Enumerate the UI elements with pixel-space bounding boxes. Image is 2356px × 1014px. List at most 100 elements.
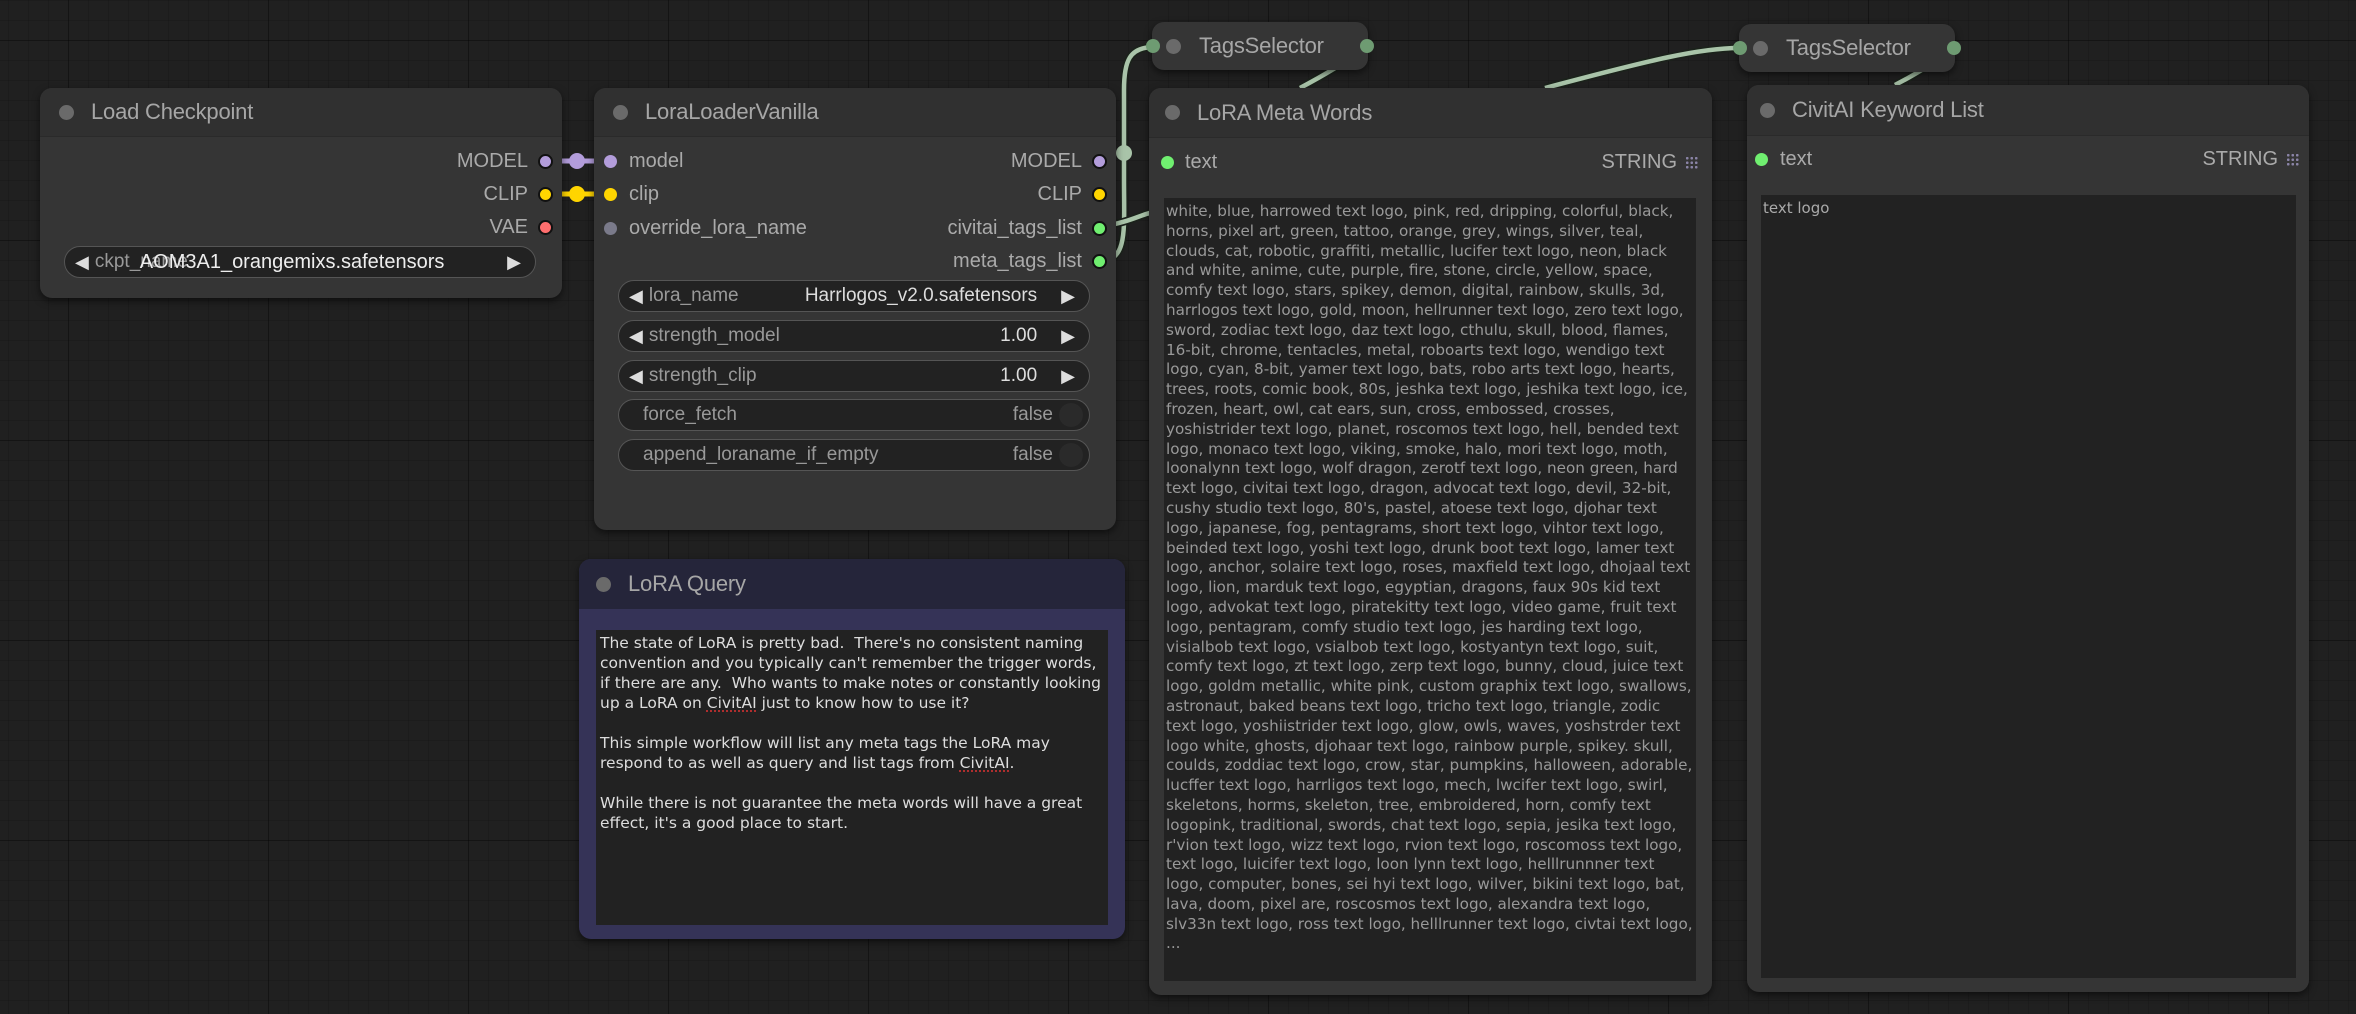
input-label: text [1780, 147, 1813, 170]
widget-label: lora_name [648, 285, 739, 306]
string-socket-icon[interactable] [604, 221, 617, 235]
output-vae[interactable]: VAE [489, 215, 562, 239]
input-override-lora-name[interactable]: override_lora_name [594, 216, 807, 240]
link-meta-tags-midpoint [1116, 145, 1132, 161]
node-header[interactable]: LoRA Meta Words [1149, 88, 1712, 138]
output-string[interactable]: STRING [2202, 147, 2299, 171]
collapse-dot-icon[interactable] [59, 104, 74, 120]
output-civitai-tags-list[interactable]: civitai_tags_list [947, 216, 1116, 240]
widget-label: strength_model [648, 325, 780, 346]
model-socket-icon[interactable] [604, 154, 617, 168]
input-clip[interactable]: clip [594, 182, 659, 206]
model-socket-icon[interactable] [1092, 153, 1107, 169]
strength-model-number[interactable]: ◀ strength_model 1.00 ▶ [618, 320, 1090, 352]
node-title: LoRA Query [628, 571, 746, 596]
link-model-midpoint [569, 153, 585, 169]
arrow-left-icon[interactable]: ◀ [629, 286, 643, 307]
input-socket-icon[interactable] [1146, 39, 1160, 53]
grid-icon[interactable] [1685, 155, 1698, 169]
link-tags2-in-line [1544, 45, 1740, 91]
collapse-dot-icon[interactable] [613, 104, 628, 120]
output-model[interactable]: MODEL [1011, 149, 1116, 173]
node-lora-loader-vanilla[interactable]: LoraLoaderVanilla model clip override_lo… [594, 88, 1116, 530]
widget-value: Harrlogos_v2.0.safetensors [804, 285, 1038, 306]
widget-label: force_fetch [643, 404, 737, 425]
note-text-civitai: CivitAI [706, 694, 757, 712]
link-clip-midpoint [569, 186, 585, 202]
ckpt-name-combo[interactable]: ◀ ckpt_name AOM3A1_orangemixs.safetensor… [64, 246, 536, 278]
output-meta-tags-list[interactable]: meta_tags_list [953, 249, 1116, 273]
arrow-left-icon[interactable]: ◀ [75, 252, 89, 273]
output-type-label: STRING [1601, 150, 1677, 173]
output-socket-icon[interactable] [1947, 41, 1961, 55]
node-tags-selector-2[interactable]: TagsSelector [1733, 24, 1961, 72]
output-label: MODEL [1010, 149, 1082, 172]
clip-socket-icon[interactable] [604, 187, 617, 201]
append-loraname-if-empty-toggle[interactable]: append_loraname_if_empty false [618, 439, 1090, 471]
output-string[interactable]: STRING [1601, 150, 1698, 174]
output-clip[interactable]: CLIP [1038, 182, 1116, 206]
note-textarea[interactable]: The state of LoRA is pretty bad. There's… [596, 630, 1108, 925]
string-socket-icon[interactable] [1755, 152, 1768, 166]
collapse-dot-icon[interactable] [1166, 38, 1181, 54]
output-clip[interactable]: CLIP [484, 182, 562, 206]
arrow-left-icon[interactable]: ◀ [629, 366, 643, 387]
input-label: model [629, 149, 684, 172]
node-lora-meta-words[interactable]: LoRA Meta Words text STRING white, blue,… [1149, 88, 1712, 995]
input-label: override_lora_name [629, 216, 807, 239]
output-label: civitai_tags_list [947, 216, 1082, 239]
collapse-dot-icon[interactable] [1760, 102, 1775, 118]
lora-name-combo[interactable]: ◀ lora_name Harrlogos_v2.0.safetensors ▶ [618, 280, 1090, 312]
output-type-label: STRING [2202, 147, 2278, 170]
widget-label: append_loraname_if_empty [643, 444, 879, 465]
node-header[interactable]: CivitAI Keyword List [1747, 85, 2309, 136]
meta-words-textarea[interactable]: white, blue, harrowed text logo, pink, r… [1164, 198, 1696, 981]
node-civitai-keyword-list[interactable]: CivitAI Keyword List text STRING text lo… [1747, 85, 2309, 992]
node-tags-selector-1[interactable]: TagsSelector [1146, 22, 1374, 70]
node-header[interactable]: LoraLoaderVanilla [594, 88, 1116, 137]
toggle-off-icon[interactable] [1059, 443, 1083, 467]
node-title: LoraLoaderVanilla [645, 99, 819, 124]
input-label: text [1185, 150, 1218, 173]
vae-socket-icon[interactable] [538, 219, 553, 235]
node-load-checkpoint[interactable]: Load Checkpoint MODEL CLIP VAE ◀ ckpt_na… [40, 88, 562, 298]
model-socket-icon[interactable] [538, 153, 553, 169]
collapse-dot-icon[interactable] [596, 576, 611, 592]
collapse-dot-icon[interactable] [1165, 105, 1180, 120]
link-tags2-in [1543, 44, 1740, 92]
node-lora-query-note[interactable]: LoRA Query The state of LoRA is pretty b… [579, 559, 1125, 939]
widget-value: 1.00 [1000, 325, 1038, 346]
widget-label: strength_clip [648, 365, 757, 386]
clip-socket-icon[interactable] [1092, 186, 1107, 202]
input-socket-icon[interactable] [1733, 41, 1747, 55]
string-socket-icon[interactable] [1092, 220, 1107, 236]
arrow-right-icon[interactable]: ▶ [1061, 326, 1075, 347]
toggle-off-icon[interactable] [1059, 403, 1083, 427]
node-title: LoRA Meta Words [1197, 99, 1373, 125]
arrow-right-icon[interactable]: ▶ [507, 252, 521, 273]
output-model[interactable]: MODEL [457, 149, 562, 173]
arrow-left-icon[interactable]: ◀ [629, 326, 643, 347]
widget-value: false [1012, 404, 1053, 425]
input-text[interactable]: text [1149, 150, 1217, 174]
output-label: MODEL [456, 149, 528, 172]
arrow-right-icon[interactable]: ▶ [1061, 286, 1075, 307]
output-label: CLIP [483, 182, 528, 205]
output-socket-icon[interactable] [1360, 39, 1374, 53]
arrow-right-icon[interactable]: ▶ [1061, 366, 1075, 387]
string-socket-icon[interactable] [1161, 155, 1174, 169]
output-label: VAE [489, 215, 528, 238]
output-label: CLIP [1037, 182, 1082, 205]
input-text[interactable]: text [1747, 147, 1812, 171]
node-header[interactable]: Load Checkpoint [40, 88, 562, 137]
collapse-dot-icon[interactable] [1753, 40, 1768, 56]
grid-icon[interactable] [2286, 152, 2299, 166]
node-title: TagsSelector [1199, 33, 1324, 58]
node-header[interactable]: LoRA Query [579, 559, 1125, 609]
force-fetch-toggle[interactable]: force_fetch false [618, 399, 1090, 431]
input-model[interactable]: model [594, 149, 683, 173]
civitai-keywords-textarea[interactable]: text logo [1761, 195, 2296, 978]
string-socket-icon[interactable] [1092, 253, 1107, 269]
clip-socket-icon[interactable] [538, 186, 553, 202]
strength-clip-number[interactable]: ◀ strength_clip 1.00 ▶ [618, 360, 1090, 392]
